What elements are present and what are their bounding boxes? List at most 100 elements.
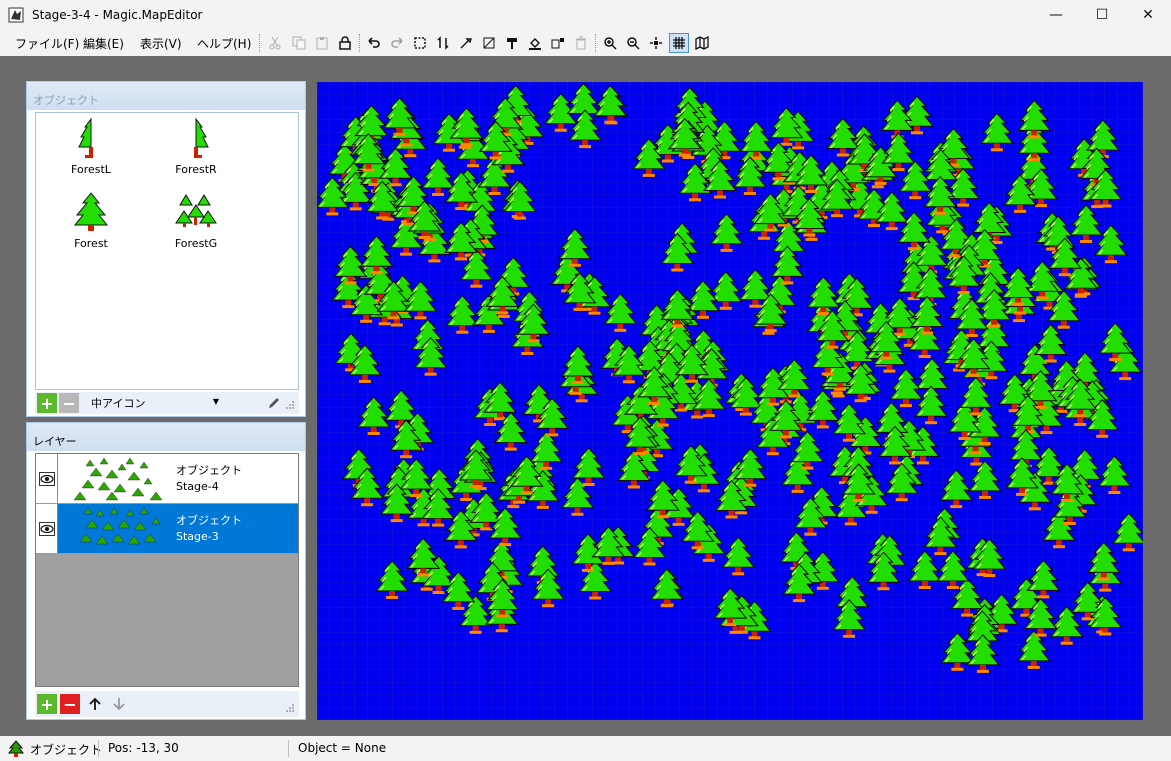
object-list[interactable]: ForestL ForestR Forest ForestG — [35, 112, 299, 390]
layer-type: オブジェクト — [176, 464, 242, 477]
stamp-icon — [507, 38, 517, 49]
close-button[interactable]: ✕ — [1125, 0, 1171, 30]
lock-button[interactable] — [335, 33, 355, 53]
object-panel-title: オブジェクト — [33, 94, 99, 107]
map-canvas[interactable] — [315, 82, 1146, 720]
status-separator — [98, 740, 99, 757]
copy-icon — [292, 36, 306, 50]
menu-view[interactable]: 表示(V) — [140, 35, 182, 52]
layer-row-selected[interactable]: オブジェクト Stage-3 — [36, 504, 298, 554]
undo-icon — [368, 37, 380, 48]
redo-button[interactable] — [387, 33, 407, 53]
layer-thumbnail — [60, 454, 172, 503]
minus-icon: − — [63, 694, 77, 714]
eye-icon — [38, 471, 55, 486]
paste-icon — [316, 37, 328, 50]
layer-list[interactable]: オブジェクト Stage-4 オブジェクト Stage-3 — [35, 453, 299, 687]
object-label: ForestR — [175, 163, 217, 176]
layer-panel-title: レイヤー — [33, 435, 77, 448]
zoom-out-icon — [627, 37, 640, 50]
lock-icon — [339, 36, 351, 50]
grid-toggle-button[interactable] — [669, 33, 689, 53]
layer-label: オブジェクト Stage-4 — [176, 463, 242, 495]
eye-icon — [38, 521, 55, 536]
plus-icon: + — [40, 694, 54, 714]
layer-type: オブジェクト — [176, 514, 242, 527]
fit-button[interactable] — [646, 33, 666, 53]
app-icon — [8, 7, 24, 23]
minimize-button[interactable]: — — [1033, 0, 1079, 30]
delete-icon — [576, 36, 586, 50]
eraser-button[interactable] — [479, 33, 499, 53]
layer-name: Stage-3 — [176, 530, 219, 543]
map-icon — [695, 36, 709, 50]
forest-right-icon — [194, 117, 209, 158]
layer-panel-footer: + − — [35, 691, 299, 717]
object-item-forest[interactable]: Forest — [41, 191, 141, 261]
layer-thumbnail — [60, 504, 172, 553]
add-object-button[interactable]: + — [37, 393, 57, 413]
remove-object-button[interactable]: − — [59, 393, 79, 413]
pencil-icon[interactable] — [267, 396, 281, 410]
zoom-out-button[interactable] — [623, 33, 643, 53]
layer-panel-header: レイヤー — [27, 423, 305, 451]
menu-help[interactable]: ヘルプ(H) — [197, 35, 251, 52]
swap-button[interactable] — [433, 33, 453, 53]
minus-icon: − — [62, 393, 76, 413]
object-panel: オブジェクト ForestL ForestR Forest ForestG + … — [26, 81, 306, 417]
replace-button[interactable] — [548, 33, 568, 53]
stamp-button[interactable] — [502, 33, 522, 53]
add-layer-button[interactable]: + — [37, 694, 57, 714]
icon-size-value: 中アイコン — [91, 397, 146, 410]
forest-thumbnail-icon — [60, 504, 172, 553]
arrow-down-icon[interactable] — [112, 697, 126, 711]
select-button[interactable] — [410, 33, 430, 53]
copy-button[interactable] — [289, 33, 309, 53]
zoom-in-button[interactable] — [600, 33, 620, 53]
object-label: ForestG — [174, 237, 218, 250]
grid-icon — [673, 37, 685, 49]
visibility-toggle[interactable] — [36, 504, 58, 553]
object-item-forestl[interactable]: ForestL — [41, 117, 141, 187]
status-mode: オブジェクト — [30, 743, 103, 757]
workspace: オブジェクト ForestL ForestR Forest ForestG + … — [0, 56, 1171, 736]
status-object: Object = None — [298, 741, 387, 755]
object-item-forestr[interactable]: ForestR — [146, 117, 246, 187]
status-separator — [288, 740, 289, 757]
cut-button[interactable] — [265, 33, 285, 53]
toolbar-separator — [359, 34, 360, 52]
remove-layer-button[interactable]: − — [60, 694, 80, 714]
map-view-button[interactable] — [692, 33, 712, 53]
toolbar-separator — [595, 34, 596, 52]
paste-button[interactable] — [312, 33, 332, 53]
select-icon — [414, 37, 426, 49]
title-bar: Stage-3-4 - Magic.MapEditor — ☐ ✕ — [0, 0, 1171, 30]
layer-row[interactable]: オブジェクト Stage-4 — [36, 454, 298, 504]
dropdown-arrow-icon: ▼ — [212, 397, 219, 406]
cut-icon — [269, 36, 281, 50]
object-item-forestg[interactable]: ForestG — [146, 191, 246, 261]
undo-button[interactable] — [364, 33, 384, 53]
visibility-toggle[interactable] — [36, 454, 58, 503]
forest-left-icon — [78, 117, 93, 158]
menu-edit[interactable]: 編集(E) — [83, 35, 124, 52]
resize-grip-icon[interactable] — [285, 703, 295, 713]
maximize-button[interactable]: ☐ — [1079, 0, 1125, 30]
object-panel-header: オブジェクト — [27, 82, 305, 110]
delete-button[interactable] — [571, 33, 591, 53]
toolbar-separator — [259, 34, 260, 52]
redo-icon — [391, 37, 403, 48]
object-panel-footer: + − 中アイコン ▼ — [35, 392, 299, 414]
menu-bar: ファイル(F) 編集(E) 表示(V) ヘルプ(H) — [0, 30, 1171, 56]
fill-button[interactable] — [525, 33, 545, 53]
menu-file[interactable]: ファイル(F) — [15, 35, 79, 52]
eraser-icon — [483, 37, 495, 49]
resize-grip-icon[interactable] — [285, 400, 295, 410]
zoom-in-icon — [604, 37, 617, 50]
layer-name: Stage-4 — [176, 480, 219, 493]
fit-icon — [650, 37, 662, 49]
arrow-up-icon[interactable] — [88, 697, 102, 711]
icon-size-select[interactable]: 中アイコン ▼ — [87, 394, 223, 412]
replace-icon — [551, 38, 564, 49]
eyedropper-button[interactable] — [456, 33, 476, 53]
